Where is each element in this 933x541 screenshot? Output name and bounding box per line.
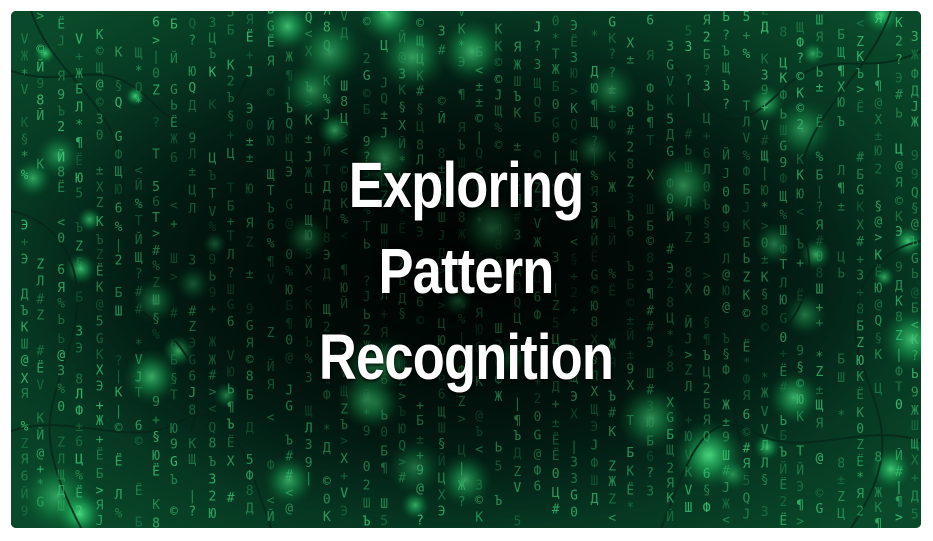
title-line-2: Pattern (378, 235, 554, 307)
banner-image: VЖ*VK§*%Э+ЭДЪKШ@XЯ%ZЯ6Й9>©Й98ЙKZЛ#Z#ЁVКЙ… (11, 11, 921, 528)
title-line-1: Exploring (348, 149, 584, 221)
banner-title: Exploring Pattern Recognition (93, 142, 839, 400)
title-line-3: Recognition (318, 321, 614, 393)
